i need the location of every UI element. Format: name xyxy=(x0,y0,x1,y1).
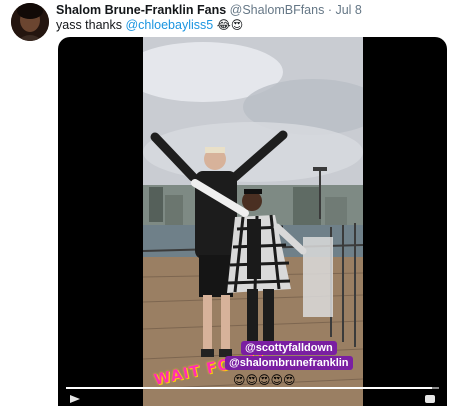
emoji-sticker-row: 😍😍😍😍😍 xyxy=(233,373,296,387)
play-icon[interactable] xyxy=(70,395,80,403)
video-progress-bar[interactable] xyxy=(66,387,439,389)
tweet-text: yass thanks @chloebayliss5 😂😍 xyxy=(56,17,243,33)
avatar[interactable] xyxy=(11,3,49,41)
tweet-date[interactable]: Jul 8 xyxy=(335,3,361,17)
video-player[interactable]: WAIT FOR IT @scottyfalldown @shalombrune… xyxy=(58,37,447,406)
tweet-emojis: 😂😍 xyxy=(216,18,244,32)
mention-sticker-2: @shalombrunefranklin xyxy=(225,356,353,370)
avatar-image xyxy=(11,3,49,41)
author-name[interactable]: Shalom Brune-Franklin Fans xyxy=(56,3,226,17)
author-handle[interactable]: @ShalomBFfans xyxy=(230,3,325,17)
video-progress-fill xyxy=(66,387,432,389)
fullscreen-icon[interactable] xyxy=(425,395,435,403)
date-separator: · xyxy=(327,3,332,17)
video-frame[interactable]: WAIT FOR IT @scottyfalldown @shalombrune… xyxy=(143,37,363,406)
mention-sticker-1: @scottyfalldown xyxy=(241,341,337,355)
tweet-text-prefix: yass thanks xyxy=(56,18,126,32)
tweet-mention-link[interactable]: @chloebayliss5 xyxy=(125,18,213,32)
tweet-header: Shalom Brune-Franklin Fans @ShalomBFfans… xyxy=(56,2,362,18)
